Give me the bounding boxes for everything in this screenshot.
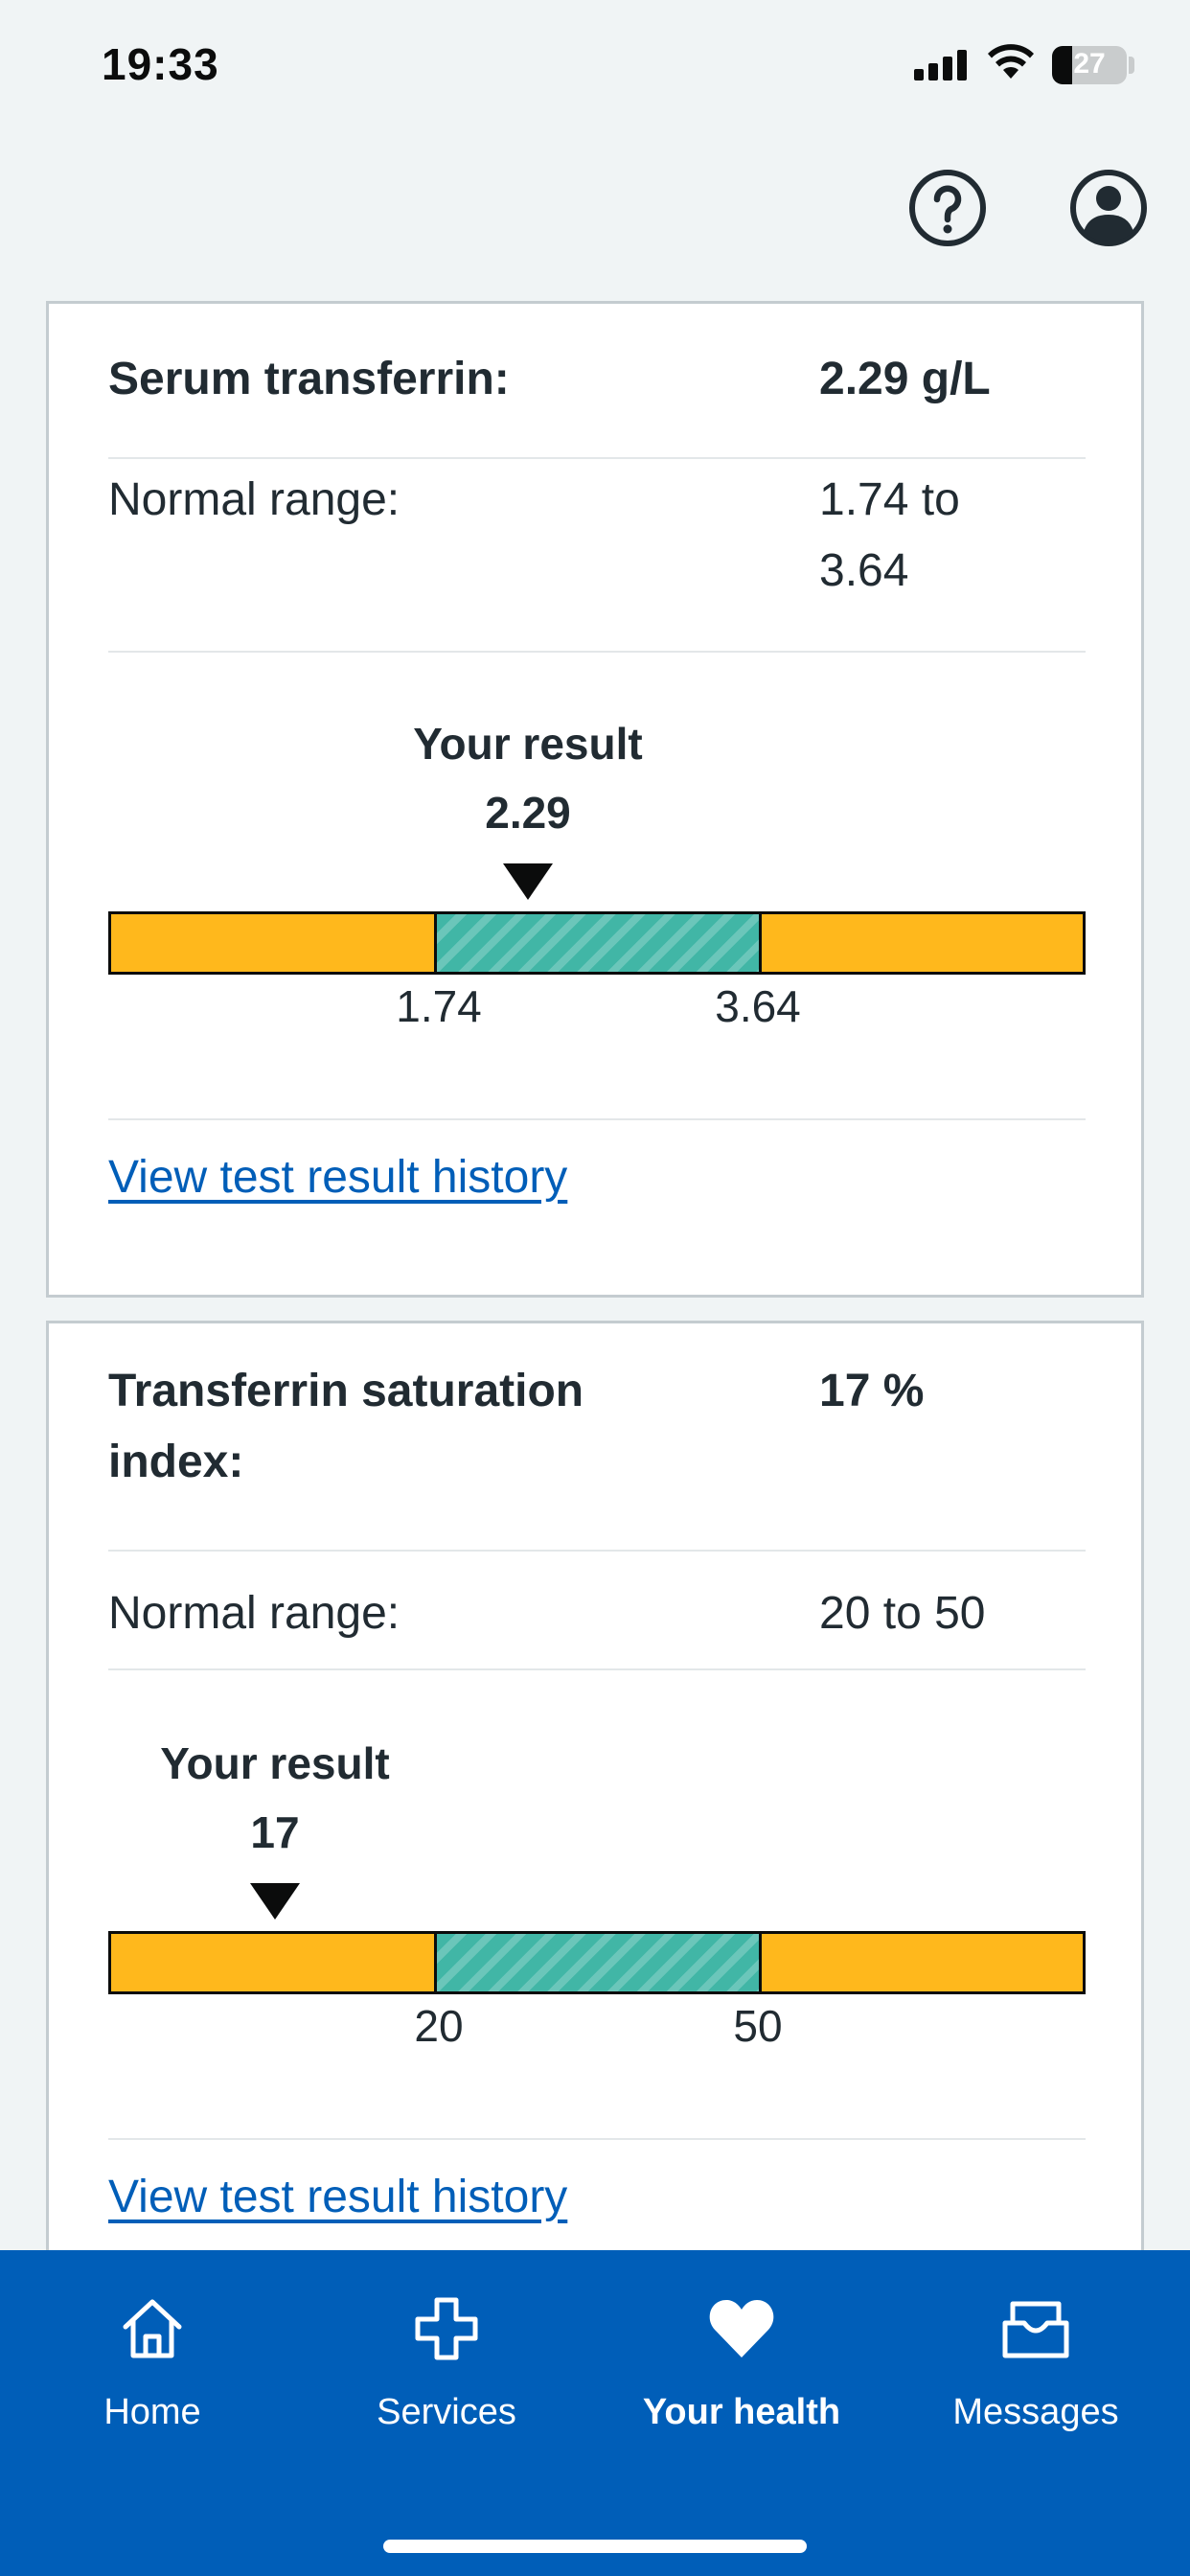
test-name: Serum transferrin: <box>108 354 510 404</box>
help-icon[interactable] <box>908 169 987 247</box>
test-value: 2.29 g/L <box>819 354 991 404</box>
nav-label: Services <box>377 2392 516 2432</box>
nav-services[interactable]: Services <box>298 2250 595 2480</box>
range-high-tick: 3.64 <box>715 981 801 1031</box>
nav-messages[interactable]: Messages <box>887 2250 1184 2480</box>
result-marker-icon <box>503 863 553 900</box>
range-label: Normal range: <box>108 474 400 525</box>
screen: 19:33 27 Serum transferrin: 2.29 g/L Nor… <box>0 0 1190 2576</box>
status-bar: 19:33 27 <box>0 0 1190 134</box>
battery-cap <box>1129 57 1134 74</box>
result-card-transferrin-saturation: Transferrin saturation index: 17 % Norma… <box>46 1321 1144 2317</box>
home-indicator[interactable] <box>383 2540 807 2553</box>
signal-icon <box>914 50 970 80</box>
your-result-label: Your result <box>413 719 643 769</box>
divider <box>108 2138 1086 2140</box>
divider <box>108 1550 1086 1552</box>
view-history-link[interactable]: View test result history <box>108 1151 567 1204</box>
normal-range-segment <box>434 914 762 972</box>
result-card-serum-transferrin: Serum transferrin: 2.29 g/L Normal range… <box>46 301 1144 1298</box>
view-history-link[interactable]: View test result history <box>108 2171 567 2223</box>
range-bar <box>108 1931 1086 1994</box>
cross-icon <box>415 2297 478 2360</box>
normal-range-segment <box>434 1934 762 1991</box>
range-bar <box>108 911 1086 975</box>
divider <box>108 1118 1086 1120</box>
test-name: Transferrin saturation index: <box>108 1366 584 1487</box>
bottom-nav: Home Services Your health Messages <box>0 2250 1190 2576</box>
battery-level: 27 <box>1073 48 1106 80</box>
nav-home[interactable]: Home <box>4 2250 301 2480</box>
range-low-tick: 1.74 <box>396 981 482 1031</box>
divider <box>108 651 1086 653</box>
heart-icon <box>709 2300 774 2358</box>
range-high-tick: 50 <box>733 2001 783 2051</box>
divider <box>108 1668 1086 1670</box>
range-label: Normal range: <box>108 1588 400 1639</box>
nav-label: Home <box>103 2392 201 2432</box>
account-icon[interactable] <box>1069 169 1148 247</box>
divider <box>108 457 1086 459</box>
your-result-label: Your result <box>160 1738 390 1788</box>
home-icon <box>123 2299 182 2358</box>
nav-your-health[interactable]: Your health <box>593 2250 890 2480</box>
status-time: 19:33 <box>102 39 219 89</box>
wifi-icon <box>988 44 1034 79</box>
range-value: 1.74 to 3.64 <box>819 474 960 596</box>
nav-label: Messages <box>952 2392 1119 2432</box>
test-value: 17 % <box>819 1366 925 1416</box>
range-low-tick: 20 <box>414 2001 464 2051</box>
inbox-icon <box>1002 2301 1069 2358</box>
nav-label: Your health <box>642 2392 841 2432</box>
your-result-value: 17 <box>250 1807 300 1857</box>
result-marker-icon <box>250 1883 300 1920</box>
battery-icon: 27 <box>1052 46 1127 84</box>
range-value: 20 to 50 <box>819 1588 986 1639</box>
your-result-value: 2.29 <box>485 788 571 838</box>
